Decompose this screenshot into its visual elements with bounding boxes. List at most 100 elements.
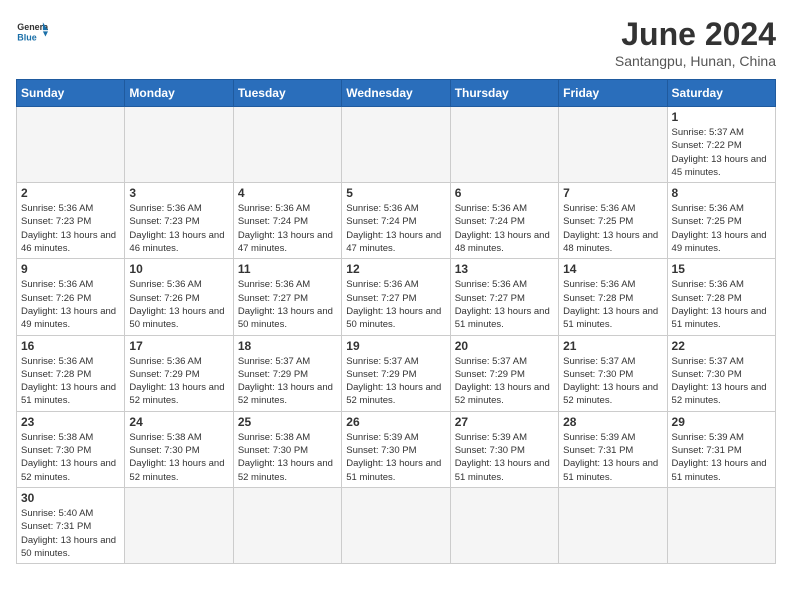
day-info: Sunrise: 5:36 AM Sunset: 7:27 PM Dayligh…: [238, 278, 337, 331]
calendar-cell: [233, 107, 341, 183]
weekday-header-wednesday: Wednesday: [342, 80, 450, 107]
calendar-cell: 22 Sunrise: 5:37 AM Sunset: 7:30 PM Dayli…: [667, 335, 775, 411]
header: General Blue June 2024 Santangpu, Hunan,…: [16, 16, 776, 69]
day-info: Sunrise: 5:39 AM Sunset: 7:30 PM Dayligh…: [346, 431, 445, 484]
calendar-cell: 14Sunrise: 5:36 AM Sunset: 7:28 PM Dayli…: [559, 259, 667, 335]
weekday-header-tuesday: Tuesday: [233, 80, 341, 107]
calendar-cell: 21 Sunrise: 5:37 AM Sunset: 7:30 PM Dayli…: [559, 335, 667, 411]
calendar-cell: 10 Sunrise: 5:36 AM Sunset: 7:26 PM Dayli…: [125, 259, 233, 335]
calendar-cell: 19 Sunrise: 5:37 AM Sunset: 7:29 PM Dayli…: [342, 335, 450, 411]
calendar-cell: [559, 107, 667, 183]
day-info: Sunrise: 5:39 AM Sunset: 7:31 PM Dayligh…: [563, 431, 662, 484]
calendar-cell: 15 Sunrise: 5:36 AM Sunset: 7:28 PM Dayli…: [667, 259, 775, 335]
day-number: 14: [563, 262, 662, 276]
calendar-cell: 26Sunrise: 5:39 AM Sunset: 7:30 PM Dayli…: [342, 411, 450, 487]
day-info: Sunrise: 5:37 AM Sunset: 7:22 PM Dayligh…: [672, 126, 771, 179]
day-number: 8: [672, 186, 771, 200]
day-info: Sunrise: 5:40 AM Sunset: 7:31 PM Dayligh…: [21, 507, 120, 560]
day-number: 13: [455, 262, 554, 276]
calendar-cell: [17, 107, 125, 183]
calendar-cell: [559, 487, 667, 563]
day-info: Sunrise: 5:36 AM Sunset: 7:24 PM Dayligh…: [238, 202, 337, 255]
day-info: Sunrise: 5:36 AM Sunset: 7:27 PM Dayligh…: [346, 278, 445, 331]
calendar-cell: 23 Sunrise: 5:38 AM Sunset: 7:30 PM Dayli…: [17, 411, 125, 487]
day-number: 15: [672, 262, 771, 276]
calendar-cell: 4 Sunrise: 5:36 AM Sunset: 7:24 PM Daylig…: [233, 183, 341, 259]
day-number: 16: [21, 339, 120, 353]
day-info: Sunrise: 5:36 AM Sunset: 7:23 PM Dayligh…: [21, 202, 120, 255]
weekday-header-saturday: Saturday: [667, 80, 775, 107]
day-number: 27: [455, 415, 554, 429]
day-number: 25: [238, 415, 337, 429]
calendar-cell: 28 Sunrise: 5:39 AM Sunset: 7:31 PM Dayli…: [559, 411, 667, 487]
day-number: 6: [455, 186, 554, 200]
calendar-cell: 13 Sunrise: 5:36 AM Sunset: 7:27 PM Dayli…: [450, 259, 558, 335]
day-number: 20: [455, 339, 554, 353]
day-info: Sunrise: 5:36 AM Sunset: 7:26 PM Dayligh…: [21, 278, 120, 331]
calendar-cell: [233, 487, 341, 563]
calendar-cell: 8 Sunrise: 5:36 AM Sunset: 7:25 PM Daylig…: [667, 183, 775, 259]
logo: General Blue: [16, 16, 48, 48]
calendar-cell: [125, 487, 233, 563]
day-info: Sunrise: 5:36 AM Sunset: 7:28 PM Dayligh…: [21, 355, 120, 408]
day-number: 4: [238, 186, 337, 200]
day-info: Sunrise: 5:38 AM Sunset: 7:30 PM Dayligh…: [238, 431, 337, 484]
day-info: Sunrise: 5:39 AM Sunset: 7:30 PM Dayligh…: [455, 431, 554, 484]
day-info: Sunrise: 5:37 AM Sunset: 7:29 PM Dayligh…: [455, 355, 554, 408]
day-info: Sunrise: 5:36 AM Sunset: 7:24 PM Dayligh…: [455, 202, 554, 255]
calendar-cell: 3Sunrise: 5:36 AM Sunset: 7:23 PM Daylig…: [125, 183, 233, 259]
calendar-cell: [450, 487, 558, 563]
calendar-cell: 29 Sunrise: 5:39 AM Sunset: 7:31 PM Dayli…: [667, 411, 775, 487]
day-number: 24: [129, 415, 228, 429]
calendar-cell: 5 Sunrise: 5:36 AM Sunset: 7:24 PM Daylig…: [342, 183, 450, 259]
day-info: Sunrise: 5:37 AM Sunset: 7:29 PM Dayligh…: [346, 355, 445, 408]
weekday-header-monday: Monday: [125, 80, 233, 107]
calendar-cell: 1 Sunrise: 5:37 AM Sunset: 7:22 PM Daylig…: [667, 107, 775, 183]
day-info: Sunrise: 5:38 AM Sunset: 7:30 PM Dayligh…: [129, 431, 228, 484]
day-number: 10: [129, 262, 228, 276]
day-number: 21: [563, 339, 662, 353]
day-number: 12: [346, 262, 445, 276]
calendar-cell: 27 Sunrise: 5:39 AM Sunset: 7:30 PM Dayli…: [450, 411, 558, 487]
day-info: Sunrise: 5:36 AM Sunset: 7:29 PM Dayligh…: [129, 355, 228, 408]
svg-text:Blue: Blue: [17, 32, 36, 42]
calendar-table: SundayMondayTuesdayWednesdayThursdayFrid…: [16, 79, 776, 564]
calendar-cell: 16 Sunrise: 5:36 AM Sunset: 7:28 PM Dayli…: [17, 335, 125, 411]
calendar-cell: 20 Sunrise: 5:37 AM Sunset: 7:29 PM Dayli…: [450, 335, 558, 411]
weekday-header-friday: Friday: [559, 80, 667, 107]
day-info: Sunrise: 5:36 AM Sunset: 7:25 PM Dayligh…: [672, 202, 771, 255]
calendar-cell: [450, 107, 558, 183]
title-area: June 2024 Santangpu, Hunan, China: [615, 16, 776, 69]
calendar-cell: [667, 487, 775, 563]
day-number: 1: [672, 110, 771, 124]
calendar-cell: 18Sunrise: 5:37 AM Sunset: 7:29 PM Dayli…: [233, 335, 341, 411]
location-subtitle: Santangpu, Hunan, China: [615, 53, 776, 69]
day-number: 23: [21, 415, 120, 429]
day-info: Sunrise: 5:39 AM Sunset: 7:31 PM Dayligh…: [672, 431, 771, 484]
weekday-header-thursday: Thursday: [450, 80, 558, 107]
day-number: 22: [672, 339, 771, 353]
day-number: 28: [563, 415, 662, 429]
calendar-cell: [342, 487, 450, 563]
day-info: Sunrise: 5:37 AM Sunset: 7:30 PM Dayligh…: [563, 355, 662, 408]
calendar-cell: 30 Sunrise: 5:40 AM Sunset: 7:31 PM Dayli…: [17, 487, 125, 563]
weekday-header-sunday: Sunday: [17, 80, 125, 107]
calendar-cell: 24 Sunrise: 5:38 AM Sunset: 7:30 PM Dayli…: [125, 411, 233, 487]
day-number: 9: [21, 262, 120, 276]
day-info: Sunrise: 5:36 AM Sunset: 7:24 PM Dayligh…: [346, 202, 445, 255]
day-info: Sunrise: 5:36 AM Sunset: 7:25 PM Dayligh…: [563, 202, 662, 255]
calendar-cell: 12 Sunrise: 5:36 AM Sunset: 7:27 PM Dayli…: [342, 259, 450, 335]
day-info: Sunrise: 5:36 AM Sunset: 7:27 PM Dayligh…: [455, 278, 554, 331]
calendar-cell: 11Sunrise: 5:36 AM Sunset: 7:27 PM Dayli…: [233, 259, 341, 335]
day-number: 30: [21, 491, 120, 505]
day-number: 5: [346, 186, 445, 200]
day-number: 19: [346, 339, 445, 353]
calendar-cell: [342, 107, 450, 183]
day-info: Sunrise: 5:36 AM Sunset: 7:28 PM Dayligh…: [672, 278, 771, 331]
day-info: Sunrise: 5:37 AM Sunset: 7:30 PM Dayligh…: [672, 355, 771, 408]
day-number: 29: [672, 415, 771, 429]
day-info: Sunrise: 5:38 AM Sunset: 7:30 PM Dayligh…: [21, 431, 120, 484]
calendar-cell: 25 Sunrise: 5:38 AM Sunset: 7:30 PM Dayli…: [233, 411, 341, 487]
calendar-cell: 7Sunrise: 5:36 AM Sunset: 7:25 PM Daylig…: [559, 183, 667, 259]
day-info: Sunrise: 5:36 AM Sunset: 7:26 PM Dayligh…: [129, 278, 228, 331]
